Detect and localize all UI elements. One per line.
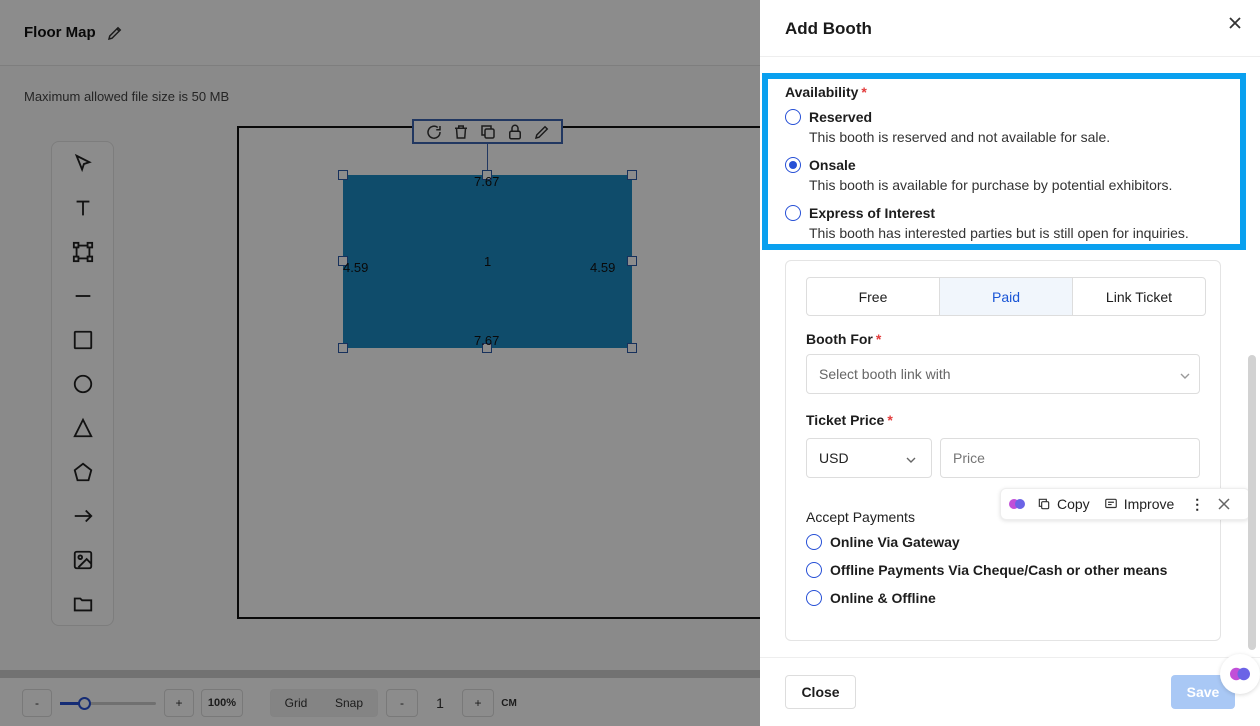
tab-link-ticket[interactable]: Link Ticket [1073, 278, 1205, 315]
ai-assistant-button[interactable] [1220, 654, 1260, 694]
radio-express-interest[interactable] [785, 205, 801, 221]
currency-value: USD [819, 450, 849, 466]
modal-backdrop[interactable] [0, 0, 760, 726]
tab-free[interactable]: Free [807, 278, 940, 315]
onsale-label: Onsale [809, 157, 856, 173]
availability-label: Availability * [785, 84, 867, 100]
improve-icon [1104, 497, 1118, 511]
chevron-down-icon [905, 453, 917, 465]
radio-reserved[interactable] [785, 109, 801, 125]
booth-for-select[interactable]: Select booth link with [806, 354, 1200, 394]
reserved-label: Reserved [809, 109, 873, 125]
price-input[interactable] [940, 438, 1200, 478]
booth-for-placeholder: Select booth link with [819, 366, 951, 382]
currency-select[interactable]: USD [806, 438, 932, 478]
onsale-desc: This booth is available for purchase by … [809, 177, 1173, 193]
copy-button[interactable]: Copy [1057, 496, 1090, 512]
brain-icon[interactable] [1009, 496, 1025, 512]
drawer-title: Add Booth [785, 19, 872, 38]
close-button[interactable]: Close [785, 675, 856, 709]
express-interest-desc: This booth has interested parties but is… [809, 225, 1189, 241]
ai-writing-toolbar: Copy Improve ⋮ [1000, 488, 1250, 520]
chevron-down-icon [1179, 369, 1191, 381]
copy-icon [1037, 497, 1051, 511]
brain-icon [1230, 664, 1250, 684]
radio-onsale[interactable] [785, 157, 801, 173]
improve-button[interactable]: Improve [1124, 496, 1175, 512]
close-icon[interactable] [1228, 16, 1244, 32]
close-icon[interactable] [1218, 498, 1230, 510]
express-interest-label: Express of Interest [809, 205, 936, 221]
pricing-tabs: Free Paid Link Ticket [806, 277, 1206, 316]
more-icon[interactable]: ⋮ [1190, 496, 1204, 513]
reserved-desc: This booth is reserved and not available… [809, 129, 1111, 145]
tab-paid[interactable]: Paid [940, 278, 1073, 315]
